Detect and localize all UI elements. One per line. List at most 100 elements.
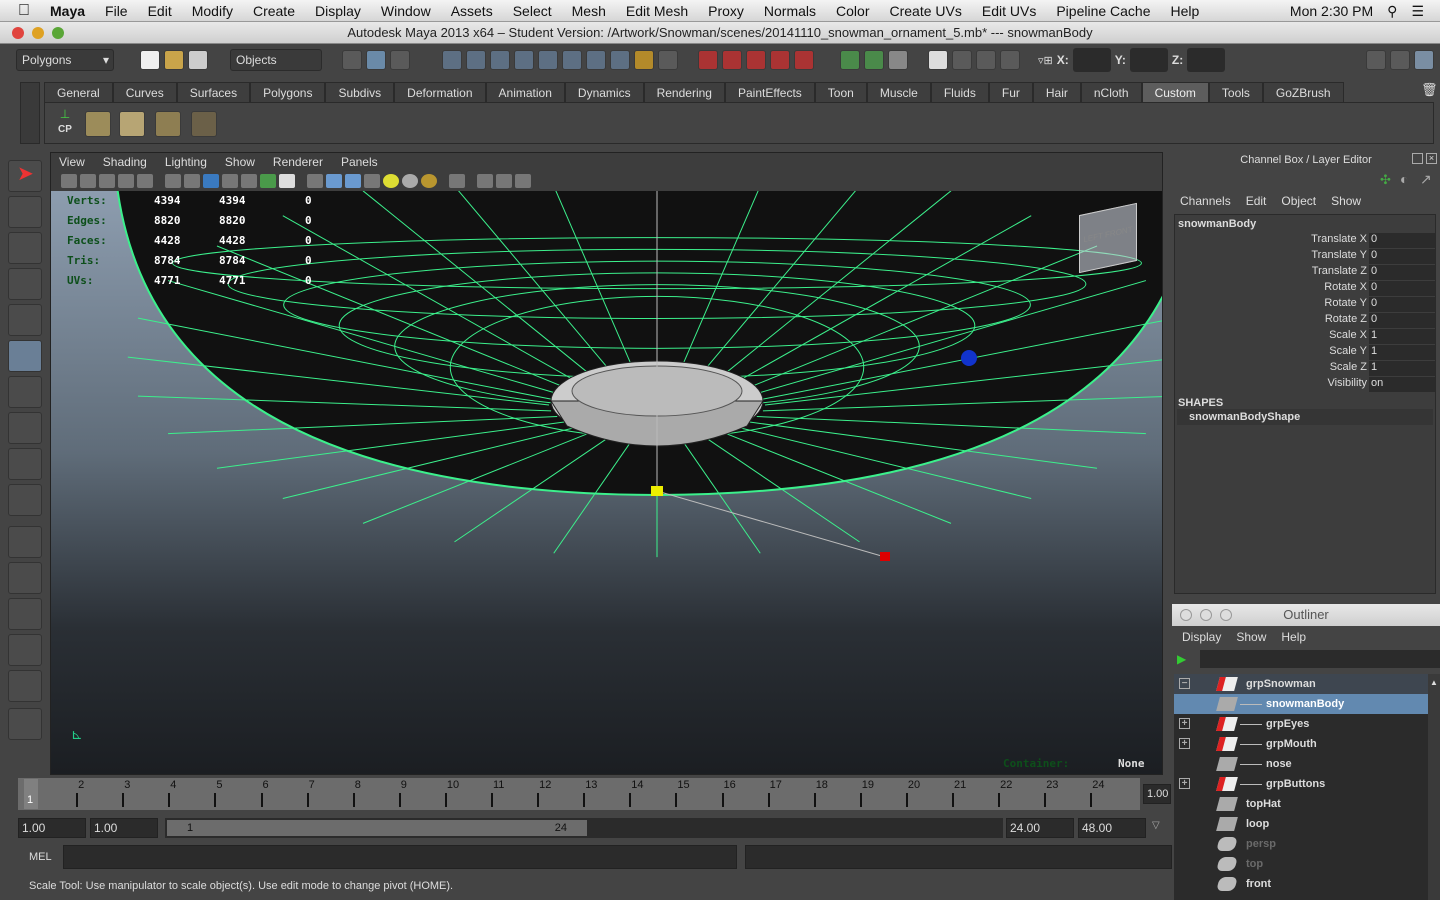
save-scene-icon[interactable]: [188, 50, 208, 70]
scroll-up-icon[interactable]: ▲: [1428, 678, 1438, 687]
outliner-item-nose[interactable]: nose: [1174, 754, 1428, 774]
menu-window[interactable]: Window: [371, 3, 441, 19]
snap-to-curves-icon[interactable]: [722, 50, 742, 70]
command-line-input[interactable]: [63, 845, 737, 869]
panel-menu-renderer[interactable]: Renderer: [273, 153, 323, 171]
paint-select-tool[interactable]: [8, 232, 42, 264]
range-slider[interactable]: 1 24: [165, 818, 1003, 838]
minimize-outliner-button[interactable]: [1200, 609, 1212, 621]
panel-menu-view[interactable]: View: [59, 153, 85, 171]
shelf-tab-muscle[interactable]: Muscle: [866, 82, 931, 102]
screen-space-ao-icon[interactable]: [421, 174, 437, 188]
channel-menu-channels[interactable]: Channels: [1180, 194, 1231, 208]
menu-help[interactable]: Help: [1161, 3, 1210, 19]
shadows-icon[interactable]: [402, 174, 418, 188]
expand-toggle-icon[interactable]: +: [1179, 738, 1190, 749]
select-dynamics-icon[interactable]: [562, 50, 582, 70]
shelf-tab-fur[interactable]: Fur: [988, 82, 1033, 102]
xray-joints-icon[interactable]: [496, 174, 512, 188]
show-manipulator-tool[interactable]: [8, 448, 42, 480]
menu-edit-mesh[interactable]: Edit Mesh: [616, 3, 698, 19]
outliner-item-grpSnowman[interactable]: − grpSnowman: [1174, 674, 1428, 694]
channel-name[interactable]: Scale Y: [1175, 345, 1369, 361]
channel-value[interactable]: 0: [1369, 233, 1435, 249]
selection-mode-dropdown[interactable]: Objects: [230, 49, 322, 71]
outliner-menu-help[interactable]: Help: [1281, 626, 1306, 648]
shelf-tab-ncloth[interactable]: nCloth: [1080, 82, 1142, 102]
outliner-persp-layout[interactable]: [8, 598, 42, 630]
menu-edit-uvs[interactable]: Edit UVs: [972, 3, 1046, 19]
outliner-item-snowmanBody[interactable]: snowmanBody: [1174, 694, 1428, 714]
safe-title-icon[interactable]: [279, 174, 295, 188]
menu-pipeline-cache[interactable]: Pipeline Cache: [1046, 3, 1160, 19]
2d-pan-zoom-icon[interactable]: [137, 174, 153, 188]
zoom-outliner-button[interactable]: [1220, 609, 1232, 621]
channel-value[interactable]: 1: [1369, 345, 1435, 361]
panel-menu-shading[interactable]: Shading: [103, 153, 147, 171]
wireframe-icon[interactable]: [307, 174, 323, 188]
trash-icon[interactable]: 🗑: [1421, 82, 1438, 98]
menu-create[interactable]: Create: [243, 3, 305, 19]
outliner-item-grpMouth[interactable]: + grpMouth: [1174, 734, 1428, 754]
close-panel-icon[interactable]: ×: [1426, 153, 1437, 164]
menu-assets[interactable]: Assets: [441, 3, 503, 19]
menu-proxy[interactable]: Proxy: [698, 3, 754, 19]
playback-end-field[interactable]: 24.00: [1006, 818, 1074, 838]
grid-icon[interactable]: [165, 174, 181, 188]
shelf-tab-general[interactable]: General: [44, 82, 113, 102]
shelf-tab-tools[interactable]: Tools: [1208, 82, 1263, 102]
playback-start-field[interactable]: 1.00: [90, 818, 158, 838]
channel-name[interactable]: Visibility: [1175, 377, 1369, 393]
shelf-tab-curves[interactable]: Curves: [112, 82, 177, 102]
tool-settings-icon[interactable]: [1390, 50, 1410, 70]
shape-name[interactable]: snowmanBodyShape: [1177, 409, 1433, 425]
outliner-item-front[interactable]: front: [1174, 874, 1428, 894]
channel-menu-edit[interactable]: Edit: [1246, 194, 1267, 208]
outliner-filter-input[interactable]: [1200, 650, 1440, 668]
safe-action-icon[interactable]: [260, 174, 276, 188]
render-current-frame-icon[interactable]: [952, 50, 972, 70]
shelf-tab-dynamics[interactable]: Dynamics: [564, 82, 644, 102]
outliner-item-grpEyes[interactable]: + grpEyes: [1174, 714, 1428, 734]
smooth-shade-icon[interactable]: [326, 174, 342, 188]
panel-menu-lighting[interactable]: Lighting: [165, 153, 207, 171]
channel-row[interactable]: Scale Y1: [1175, 345, 1435, 361]
3d-view[interactable]: Verts: 4394 4394 0 Edges: 8820 8820 0 Faces: 4428…: [51, 191, 1162, 774]
channel-value[interactable]: 1: [1369, 329, 1435, 345]
channel-row[interactable]: Translate Z0: [1175, 265, 1435, 281]
snap-to-grids-icon[interactable]: [698, 50, 718, 70]
channel-row[interactable]: Scale X1: [1175, 329, 1435, 345]
uv-unfold-shelf-icon[interactable]: [119, 111, 145, 137]
x-field[interactable]: [1072, 48, 1111, 72]
view-cube[interactable]: LEFT FRONT: [1079, 202, 1137, 274]
menu-color[interactable]: Color: [826, 3, 879, 19]
select-by-object-type-icon[interactable]: [366, 50, 386, 70]
shelf-tab-deformation[interactable]: Deformation: [394, 82, 486, 102]
channel-value[interactable]: on: [1369, 377, 1435, 393]
open-scene-icon[interactable]: [164, 50, 184, 70]
float-panel-icon[interactable]: [1412, 153, 1423, 164]
shelf-tab-gozbrush[interactable]: GoZBrush: [1262, 82, 1344, 102]
camera-attributes-icon[interactable]: [80, 174, 96, 188]
panel-menu-show[interactable]: Show: [225, 153, 255, 171]
channel-name[interactable]: Rotate X: [1175, 281, 1369, 297]
attribute-editor-icon[interactable]: [1366, 50, 1386, 70]
select-curves-icon[interactable]: [490, 50, 510, 70]
menu-modify[interactable]: Modify: [182, 3, 243, 19]
channel-row[interactable]: Translate X0: [1175, 233, 1435, 249]
close-outliner-button[interactable]: [1180, 609, 1192, 621]
select-tool[interactable]: ➤: [8, 160, 42, 192]
outliner-menu-show[interactable]: Show: [1236, 626, 1266, 648]
channel-name[interactable]: Scale Z: [1175, 361, 1369, 377]
shelf-tab-subdivs[interactable]: Subdivs: [325, 82, 395, 102]
command-language-toggle[interactable]: MEL: [29, 851, 52, 863]
isolate-select-icon[interactable]: [449, 174, 465, 188]
rotate-tool[interactable]: [8, 304, 42, 336]
channel-name[interactable]: Translate Z: [1175, 265, 1369, 281]
move-tool[interactable]: [8, 268, 42, 300]
last-tool-used[interactable]: [8, 484, 42, 516]
mudbox-icon[interactable]: [8, 708, 42, 740]
close-window-button[interactable]: [12, 27, 24, 39]
resolution-gate-icon[interactable]: [203, 174, 219, 188]
render-settings-icon[interactable]: [1000, 50, 1020, 70]
